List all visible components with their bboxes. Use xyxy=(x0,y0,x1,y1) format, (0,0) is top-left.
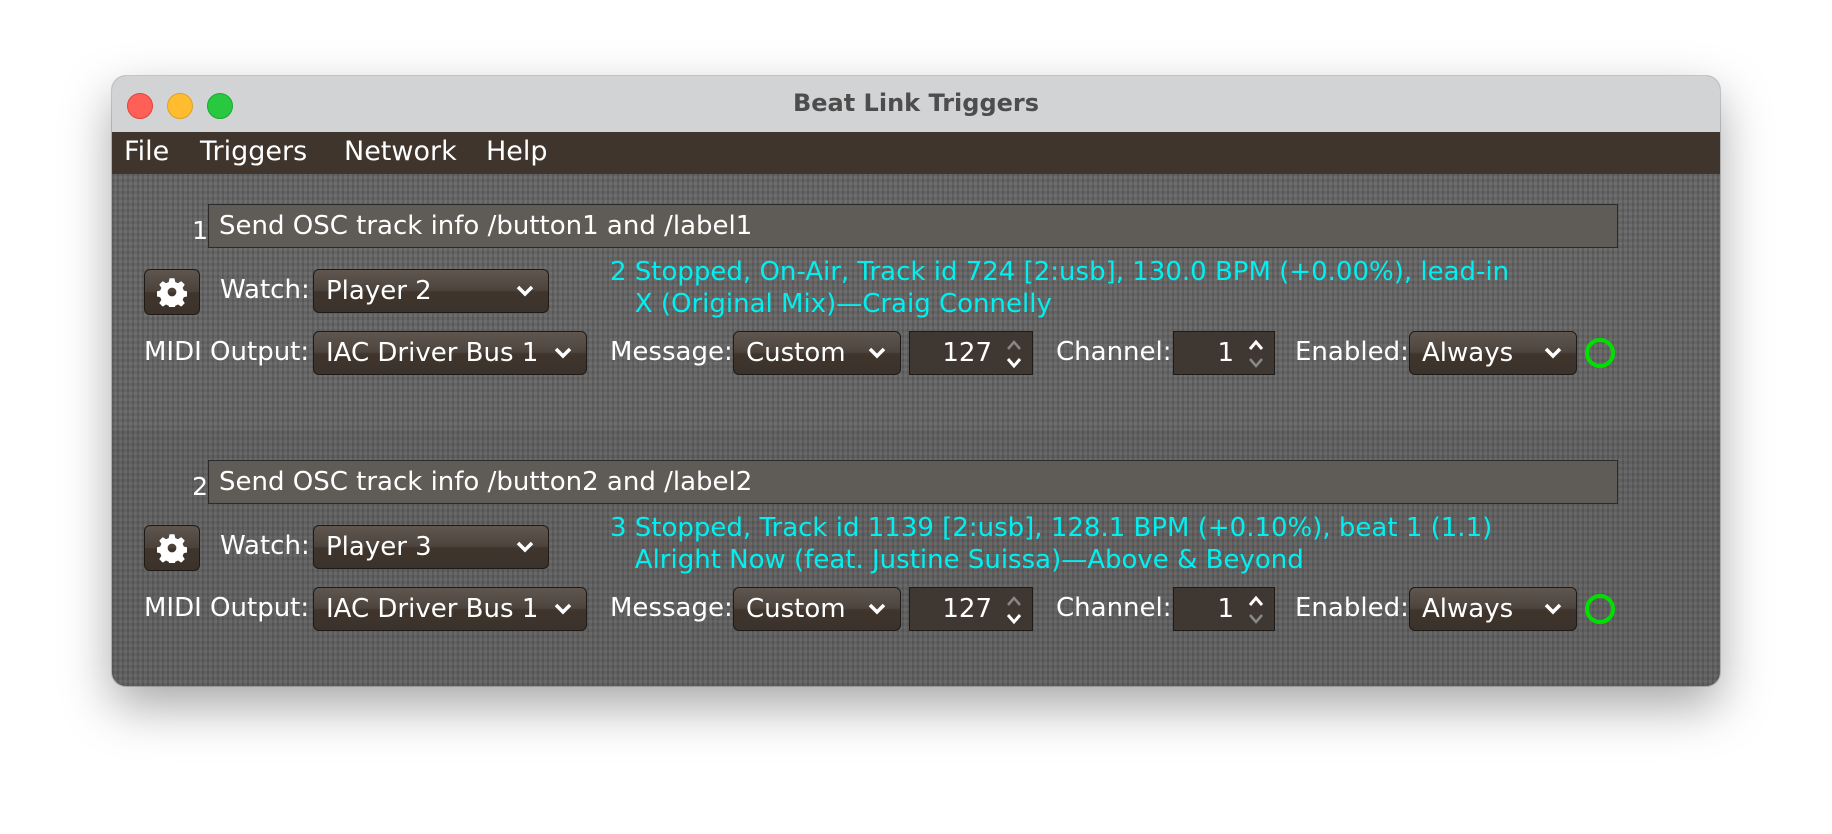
trigger-row: 2. Send OSC track info /button2 and /lab… xyxy=(112,430,1720,686)
gear-icon xyxy=(157,534,187,563)
channel-value: 1 xyxy=(1217,594,1234,624)
spinner-arrows-icon[interactable] xyxy=(1002,590,1026,630)
note-spinner[interactable]: 127 xyxy=(909,331,1033,375)
message-label: Message: xyxy=(610,593,733,623)
watch-player-select[interactable]: Player 2 xyxy=(313,269,549,313)
message-label: Message: xyxy=(610,337,733,367)
title-bar[interactable]: Beat Link Triggers xyxy=(112,76,1720,133)
chevron-down-icon xyxy=(554,347,572,359)
triggers-panel: 1. Send OSC track info /button1 and /lab… xyxy=(112,174,1720,686)
status-line-1: 3 Stopped, Track id 1139 [2:usb], 128.1 … xyxy=(610,513,1493,543)
message-value: Custom xyxy=(746,338,846,368)
enabled-label: Enabled: xyxy=(1295,593,1409,623)
enabled-value: Always xyxy=(1422,594,1514,624)
gear-icon xyxy=(157,278,187,307)
midi-output-select[interactable]: IAC Driver Bus 1 xyxy=(313,587,587,631)
note-value: 127 xyxy=(942,594,992,624)
trigger-settings-button[interactable] xyxy=(144,269,200,315)
watch-player-value: Player 3 xyxy=(326,532,432,562)
note-spinner[interactable]: 127 xyxy=(909,587,1033,631)
menu-file[interactable]: File xyxy=(124,136,169,167)
enabled-label: Enabled: xyxy=(1295,337,1409,367)
midi-output-value: IAC Driver Bus 1 xyxy=(326,338,539,368)
watch-label: Watch: xyxy=(220,275,310,305)
trigger-state-indicator xyxy=(1585,338,1615,368)
midi-output-value: IAC Driver Bus 1 xyxy=(326,594,539,624)
window-title: Beat Link Triggers xyxy=(792,89,1040,117)
menu-network[interactable]: Network xyxy=(344,136,457,167)
watch-player-select[interactable]: Player 3 xyxy=(313,525,549,569)
chevron-down-icon xyxy=(1544,347,1562,359)
note-value: 127 xyxy=(942,338,992,368)
watch-label: Watch: xyxy=(220,531,310,561)
trigger-comment-field[interactable]: Send OSC track info /button1 and /label1 xyxy=(208,204,1618,248)
menu-help[interactable]: Help xyxy=(486,136,548,167)
chevron-down-icon xyxy=(554,603,572,615)
message-select[interactable]: Custom xyxy=(733,587,901,631)
app-window: Beat Link Triggers File Triggers Network… xyxy=(112,76,1720,686)
enabled-select[interactable]: Always xyxy=(1409,587,1577,631)
trigger-comment-field[interactable]: Send OSC track info /button2 and /label2 xyxy=(208,460,1618,504)
message-value: Custom xyxy=(746,594,846,624)
player-status: 3 Stopped, Track id 1139 [2:usb], 128.1 … xyxy=(610,512,1492,576)
channel-label: Channel: xyxy=(1056,337,1172,367)
menu-triggers[interactable]: Triggers xyxy=(200,136,307,167)
spinner-arrows-icon[interactable] xyxy=(1244,590,1268,630)
spinner-arrows-icon[interactable] xyxy=(1244,334,1268,374)
status-line-2: Alright Now (feat. Justine Suissa)—Above… xyxy=(634,545,1304,575)
trigger-state-indicator xyxy=(1585,594,1615,624)
status-line-1: 2 Stopped, On-Air, Track id 724 [2:usb],… xyxy=(610,257,1510,287)
channel-spinner[interactable]: 1 xyxy=(1173,331,1275,375)
channel-value: 1 xyxy=(1217,338,1234,368)
chevron-down-icon xyxy=(868,603,886,615)
midi-output-select[interactable]: IAC Driver Bus 1 xyxy=(313,331,587,375)
chevron-down-icon xyxy=(1544,603,1562,615)
menu-bar: File Triggers Network Help xyxy=(112,132,1720,174)
midi-output-label: MIDI Output: xyxy=(144,337,310,367)
channel-label: Channel: xyxy=(1056,593,1172,623)
chevron-down-icon xyxy=(868,347,886,359)
chevron-down-icon xyxy=(516,541,534,553)
channel-spinner[interactable]: 1 xyxy=(1173,587,1275,631)
midi-output-label: MIDI Output: xyxy=(144,593,310,623)
trigger-settings-button[interactable] xyxy=(144,525,200,571)
enabled-value: Always xyxy=(1422,338,1514,368)
status-line-2: X (Original Mix)—Craig Connelly xyxy=(634,289,1052,319)
enabled-select[interactable]: Always xyxy=(1409,331,1577,375)
message-select[interactable]: Custom xyxy=(733,331,901,375)
watch-player-value: Player 2 xyxy=(326,276,432,306)
trigger-row: 1. Send OSC track info /button1 and /lab… xyxy=(112,174,1720,430)
chevron-down-icon xyxy=(516,285,534,297)
spinner-arrows-icon[interactable] xyxy=(1002,334,1026,374)
player-status: 2 Stopped, On-Air, Track id 724 [2:usb],… xyxy=(610,256,1509,320)
